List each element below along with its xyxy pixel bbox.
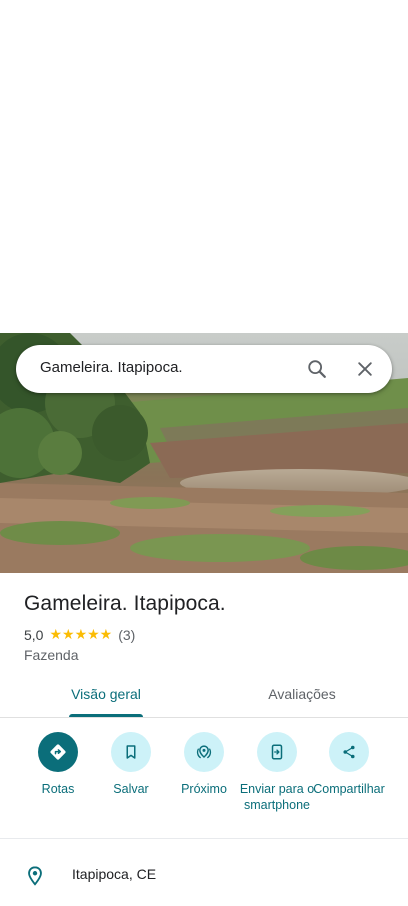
address-text: Itapipoca, CE [72, 866, 157, 882]
directions-label: Rotas [41, 782, 75, 796]
partial-row-icon [28, 900, 40, 906]
rating-summary[interactable]: 5,0 ★★★★★ (3) [24, 626, 135, 643]
review-count: (3) [118, 626, 136, 643]
map-area-blank [0, 0, 408, 333]
search-icon[interactable] [302, 354, 332, 384]
share-button[interactable]: Compartilhar [309, 732, 389, 797]
close-icon[interactable] [350, 354, 380, 384]
directions-button[interactable]: Rotas [18, 732, 98, 797]
share-label: Compartilhar [313, 782, 385, 796]
bookmark-icon [111, 732, 151, 772]
send-to-phone-icon [257, 732, 297, 772]
address-row[interactable]: Itapipoca, CE [0, 856, 408, 896]
place-category[interactable]: Fazenda [24, 647, 78, 663]
tab-reviews[interactable]: Avaliações [196, 686, 408, 702]
search-input[interactable]: Gameleira. Itapipoca. [40, 359, 183, 376]
save-label: Salvar [113, 782, 149, 796]
place-title: Gameleira. Itapipoca. [24, 592, 226, 615]
share-icon [329, 732, 369, 772]
directions-icon [38, 732, 78, 772]
section-divider [0, 838, 408, 839]
tab-overview[interactable]: Visão geral [0, 686, 212, 702]
nearby-label: Próximo [181, 782, 227, 796]
nearby-button[interactable]: Próximo [164, 732, 244, 797]
action-buttons: Rotas Salvar Próximo Enviar para o smart… [0, 730, 408, 838]
tab-bar: Visão geral Avaliações [0, 676, 408, 718]
rating-stars: ★★★★★ [49, 626, 113, 642]
active-tab-indicator [69, 714, 143, 717]
rating-value: 5,0 [24, 626, 44, 643]
send-to-phone-button[interactable]: Enviar para o smartphone [237, 732, 317, 813]
save-button[interactable]: Salvar [91, 732, 171, 797]
location-pin-icon [24, 864, 46, 893]
nearby-icon [184, 732, 224, 772]
search-bar[interactable]: Gameleira. Itapipoca. [16, 345, 392, 393]
send-to-phone-label: Enviar para o smartphone [239, 782, 315, 812]
